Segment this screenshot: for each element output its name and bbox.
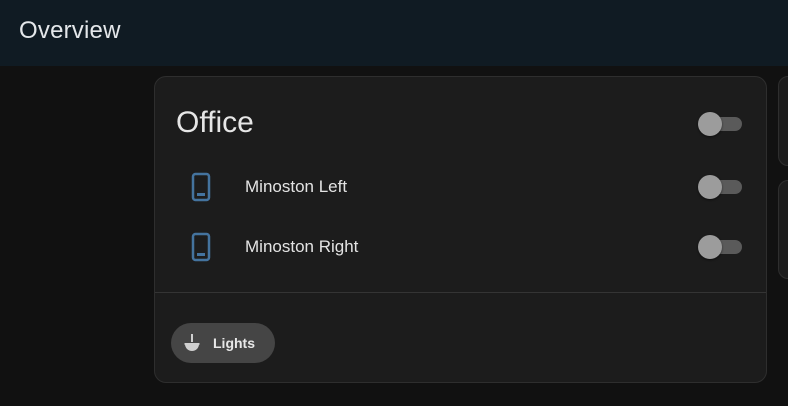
chip-label: Lights (213, 335, 255, 351)
card-title: Office (176, 106, 254, 139)
entity-label: Minoston Right (245, 237, 359, 256)
top-app-bar: Overview (0, 0, 788, 66)
adjacent-card-top (778, 76, 788, 166)
entity-label: Minoston Left (245, 177, 348, 196)
office-card: Office Minoston Left Minoston Right Ligh… (154, 76, 767, 383)
lights-chip[interactable]: Lights (171, 323, 275, 363)
toggle-knob (698, 112, 722, 136)
minoston-left-toggle[interactable] (698, 175, 744, 199)
page-title: Overview (19, 17, 121, 44)
adjacent-card-bottom (778, 180, 788, 279)
toggle-knob (698, 175, 722, 199)
phone-icon (188, 232, 214, 262)
ceiling-light-icon (183, 333, 201, 353)
entity-row-minoston-right[interactable]: Minoston Right (155, 224, 766, 268)
office-master-toggle[interactable] (698, 112, 744, 136)
minoston-right-toggle[interactable] (698, 235, 744, 259)
toggle-knob (698, 235, 722, 259)
card-divider (155, 292, 766, 293)
phone-icon (188, 172, 214, 202)
entity-row-minoston-left[interactable]: Minoston Left (155, 164, 766, 208)
